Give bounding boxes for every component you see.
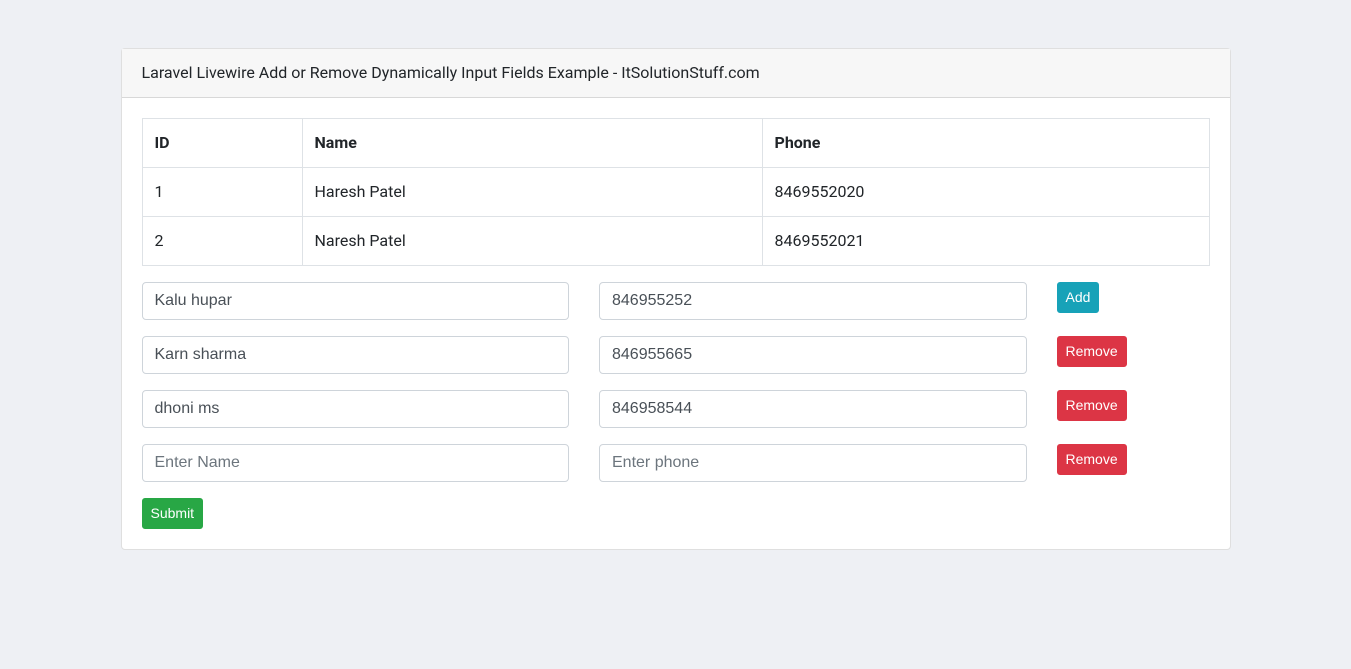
input-row: Remove	[127, 336, 1225, 374]
cell-id: 2	[142, 217, 302, 266]
name-input[interactable]	[142, 444, 570, 482]
input-row: Remove	[127, 444, 1225, 482]
phone-input[interactable]	[599, 282, 1027, 320]
name-input[interactable]	[142, 282, 570, 320]
table-row: 1 Haresh Patel 8469552020	[142, 168, 1209, 217]
main-card: Laravel Livewire Add or Remove Dynamical…	[121, 48, 1231, 550]
remove-button[interactable]: Remove	[1057, 390, 1127, 421]
cell-phone: 8469552020	[762, 168, 1209, 217]
name-input[interactable]	[142, 390, 570, 428]
cell-name: Haresh Patel	[302, 168, 762, 217]
submit-button[interactable]: Submit	[142, 498, 204, 529]
phone-input[interactable]	[599, 390, 1027, 428]
table-row: 2 Naresh Patel 8469552021	[142, 217, 1209, 266]
cell-phone: 8469552021	[762, 217, 1209, 266]
input-row: Remove	[127, 390, 1225, 428]
card-body: ID Name Phone 1 Haresh Patel 8469552020 …	[122, 98, 1230, 549]
table-header-row: ID Name Phone	[142, 119, 1209, 168]
employees-table: ID Name Phone 1 Haresh Patel 8469552020 …	[142, 118, 1210, 266]
table-header-phone: Phone	[762, 119, 1209, 168]
cell-id: 1	[142, 168, 302, 217]
phone-input[interactable]	[599, 336, 1027, 374]
remove-button[interactable]: Remove	[1057, 444, 1127, 475]
cell-name: Naresh Patel	[302, 217, 762, 266]
name-input[interactable]	[142, 336, 570, 374]
card-header: Laravel Livewire Add or Remove Dynamical…	[122, 49, 1230, 98]
input-row: Add	[127, 282, 1225, 320]
remove-button[interactable]: Remove	[1057, 336, 1127, 367]
page-title: Laravel Livewire Add or Remove Dynamical…	[142, 63, 760, 82]
table-header-name: Name	[302, 119, 762, 168]
add-button[interactable]: Add	[1057, 282, 1100, 313]
table-header-id: ID	[142, 119, 302, 168]
phone-input[interactable]	[599, 444, 1027, 482]
